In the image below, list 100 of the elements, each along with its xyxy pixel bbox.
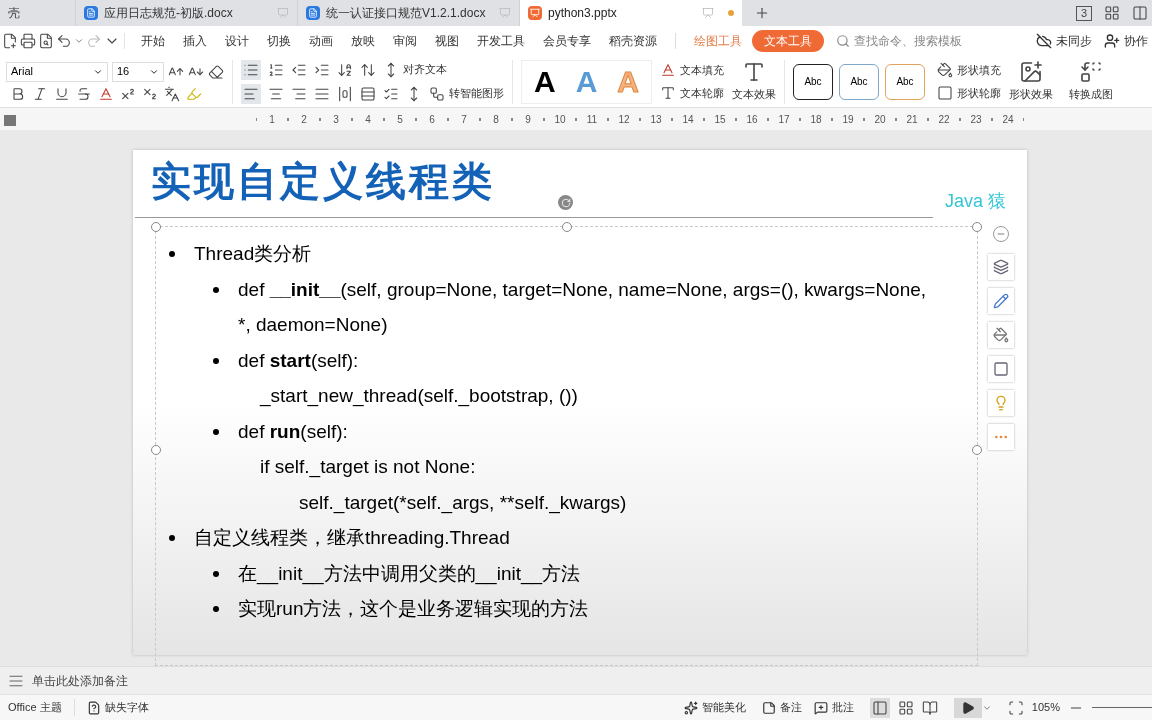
text-fill-button[interactable]: 文本填充 xyxy=(680,62,724,79)
lightbulb-icon xyxy=(993,395,1009,411)
smart-art-icon[interactable] xyxy=(429,85,445,102)
notes-placeholder[interactable]: 单击此处添加备注 xyxy=(32,671,128,690)
layers-icon xyxy=(993,259,1009,275)
menu-tab[interactable]: 切换 xyxy=(259,30,299,52)
beautify-button[interactable]: 智能美化 xyxy=(683,699,746,716)
font-size-select[interactable]: 16 xyxy=(112,61,164,82)
tab-title: python3.pptx xyxy=(548,5,618,22)
tab-count[interactable]: 3 xyxy=(1075,5,1092,21)
notes-button[interactable]: 备注 xyxy=(761,699,802,716)
tab-title: 壳 xyxy=(8,5,21,22)
convert-button[interactable]: 转换成图 xyxy=(1069,86,1113,103)
resize-handle[interactable] xyxy=(562,222,572,232)
print-icon[interactable] xyxy=(20,33,36,49)
resize-handle[interactable] xyxy=(151,445,161,455)
ruler-number: 22 xyxy=(938,112,950,127)
sparkle-icon xyxy=(683,700,698,715)
bold-icon[interactable] xyxy=(10,85,26,102)
shape-effect-icon[interactable] xyxy=(1019,60,1043,85)
search-icon[interactable] xyxy=(836,34,850,48)
ruler-number: 6 xyxy=(429,112,435,127)
shape-outline-icon[interactable] xyxy=(937,84,953,101)
distribute-icon[interactable] xyxy=(337,85,353,102)
shape-style[interactable]: Abc xyxy=(839,63,879,100)
new-file-icon[interactable] xyxy=(2,33,18,49)
shape-style[interactable]: Abc xyxy=(885,63,925,100)
comments-button[interactable]: 批注 xyxy=(813,699,854,716)
sort-icon[interactable] xyxy=(360,61,376,78)
caret-icon[interactable] xyxy=(74,36,84,46)
fit-icon[interactable] xyxy=(1007,699,1024,716)
resize-handle[interactable] xyxy=(972,222,982,232)
menu-tab[interactable]: 插入 xyxy=(175,30,215,52)
brand-label: Java 猿 xyxy=(945,190,1007,213)
strikethrough-icon[interactable] xyxy=(76,85,92,102)
menu-tab[interactable]: 视图 xyxy=(427,30,467,52)
text-direction-icon[interactable] xyxy=(337,61,353,78)
resize-handle[interactable] xyxy=(151,222,161,232)
reading-view-icon[interactable] xyxy=(921,699,938,716)
numbered-list-icon[interactable] xyxy=(268,61,284,78)
grid-icon[interactable] xyxy=(1104,5,1120,21)
bullet-text: self._target(*self._args, **self._kwargs) xyxy=(299,490,627,516)
normal-view-icon[interactable] xyxy=(871,699,888,716)
outline-icon xyxy=(993,361,1009,377)
menu-tab[interactable]: 开始 xyxy=(133,30,173,52)
sync-button[interactable]: 未同步 xyxy=(1036,32,1092,50)
ruler-number: 24 xyxy=(1002,112,1014,127)
new-tab-icon[interactable] xyxy=(754,5,770,21)
underline-icon[interactable] xyxy=(54,85,70,102)
zoom-level[interactable]: 105% xyxy=(1031,699,1060,716)
text-fill-icon[interactable] xyxy=(660,62,676,79)
note-icon xyxy=(761,700,776,715)
tab-title: 应用日志规范-初版.docx xyxy=(104,5,234,22)
shape-fill-button[interactable]: 形状填充 xyxy=(957,62,1001,79)
layout-icon[interactable] xyxy=(1132,5,1148,21)
phonetic-icon[interactable] xyxy=(164,85,180,102)
shape-outline-button[interactable]: 形状轮廓 xyxy=(957,84,1001,101)
preview-icon[interactable] xyxy=(38,33,54,49)
align-text-button[interactable]: 对齐文本 xyxy=(403,61,447,78)
smart-art-button[interactable]: 转智能图形 xyxy=(449,85,504,102)
float-tool-button[interactable] xyxy=(988,254,1014,280)
play-button[interactable] xyxy=(953,697,982,718)
menu-tab[interactable]: 放映 xyxy=(343,30,383,52)
font-select[interactable]: Arial xyxy=(6,61,108,82)
resize-handle[interactable] xyxy=(972,445,982,455)
undo-icon[interactable] xyxy=(56,33,72,49)
menu-tab[interactable]: 会员专享 xyxy=(535,30,599,52)
bullet-text: def start(self): xyxy=(238,348,359,373)
wordart-style[interactable]: A xyxy=(534,66,556,97)
shape-style[interactable]: Abc xyxy=(793,63,833,100)
document-tab[interactable]: python3.pptx xyxy=(520,0,742,26)
menu-tab[interactable]: 审阅 xyxy=(385,30,425,52)
missing-fonts-button[interactable]: 缺失字体 xyxy=(86,699,149,716)
ruler-number: 19 xyxy=(842,112,854,127)
tab-title: 统一认证接口规范V1.2.1.docx xyxy=(326,5,487,22)
italic-icon[interactable] xyxy=(32,85,48,102)
rotate-handle[interactable] xyxy=(558,195,573,210)
sorter-view-icon[interactable] xyxy=(897,699,914,716)
text-outline-icon[interactable] xyxy=(660,84,676,101)
float-tool-button[interactable] xyxy=(988,288,1014,314)
menu-tab[interactable]: 设计 xyxy=(217,30,257,52)
convert-icon[interactable] xyxy=(1079,60,1103,85)
menu-tab[interactable]: 开发工具 xyxy=(469,30,533,52)
rotate-icon xyxy=(560,197,571,208)
text-outline-button[interactable]: 文本轮廓 xyxy=(680,84,724,101)
text-effect-button[interactable]: 文本效果 xyxy=(732,86,776,103)
shape-fill-icon[interactable] xyxy=(937,62,953,79)
ruler-number: 11 xyxy=(586,112,598,127)
menu-tab[interactable]: 动画 xyxy=(301,30,341,52)
float-tool-button[interactable] xyxy=(988,322,1014,348)
menu-tab[interactable]: 稻壳资源 xyxy=(601,30,665,52)
font-color-icon[interactable] xyxy=(98,85,114,102)
collab-button[interactable]: 协作 xyxy=(1104,32,1148,50)
tab-stop-icon[interactable] xyxy=(4,114,16,126)
line-spacing-icon[interactable] xyxy=(360,85,376,102)
eraser-icon[interactable] xyxy=(208,63,224,80)
bullet-text: 自定义线程类，继承threading.Thread xyxy=(194,526,510,550)
pen-icon xyxy=(993,293,1009,309)
shape-effect-button[interactable]: 形状效果 xyxy=(1009,86,1053,103)
float-tool-button[interactable] xyxy=(988,356,1014,382)
